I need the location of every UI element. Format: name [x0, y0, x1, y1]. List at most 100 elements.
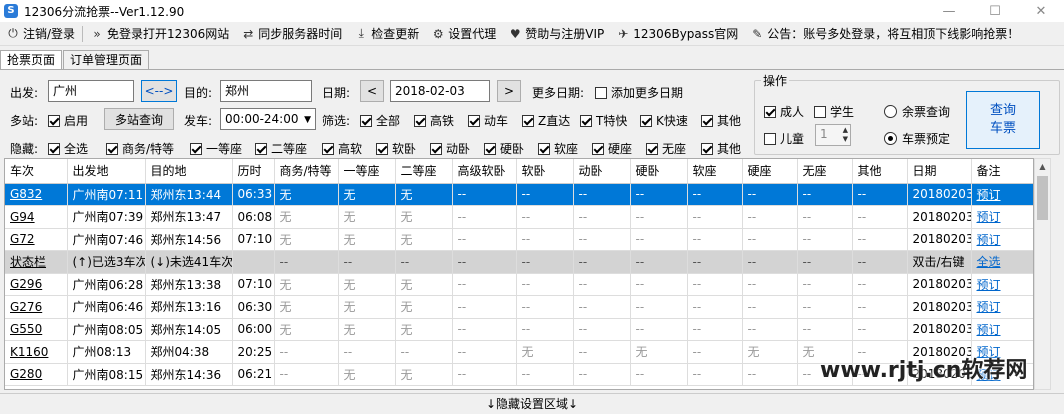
- hide-dongwo-checkbox[interactable]: 动卧: [430, 140, 470, 157]
- column-header[interactable]: 出发地: [67, 159, 146, 184]
- stepper-arrows-icon[interactable]: ▲ ▼: [843, 126, 848, 144]
- filter-k-checkbox[interactable]: K快速: [640, 112, 688, 129]
- table-cell: 无: [338, 183, 396, 206]
- column-header[interactable]: 软座: [687, 159, 743, 184]
- hide-hard-seat-checkbox[interactable]: 硬座: [592, 140, 632, 157]
- table-cell: G94: [5, 205, 68, 229]
- book-link[interactable]: 预订: [977, 323, 1001, 337]
- date-next-button[interactable]: >: [497, 80, 521, 102]
- table-cell: --: [274, 340, 339, 364]
- column-header[interactable]: 硬卧: [630, 159, 688, 184]
- hide-first-class-checkbox[interactable]: 一等座: [190, 140, 242, 157]
- minimize-icon[interactable]: —: [926, 0, 972, 22]
- student-checkbox[interactable]: 学生: [814, 103, 854, 120]
- column-header[interactable]: 车次: [5, 159, 68, 184]
- column-header[interactable]: 无座: [797, 159, 853, 184]
- column-header[interactable]: 商务/特等: [274, 159, 339, 184]
- from-station-input[interactable]: 广州: [48, 80, 134, 102]
- child-count-stepper[interactable]: 1 ▲ ▼: [815, 124, 851, 146]
- tab-grab-tickets[interactable]: 抢票页面: [0, 50, 63, 70]
- column-header[interactable]: 高级软卧: [452, 159, 517, 184]
- menu-sync-time[interactable]: ⇄ 同步服务器时间: [235, 22, 348, 46]
- date-label: 日期:: [322, 86, 351, 100]
- book-link[interactable]: 预订: [977, 233, 1001, 247]
- table-row[interactable]: G296 广州南06:28 郑州东13:38 07:10 无无无 -- -- -- -- -- --…: [5, 273, 1033, 296]
- column-header[interactable]: 硬座: [742, 159, 798, 184]
- close-icon[interactable]: ✕: [1018, 0, 1064, 22]
- menu-announcement[interactable]: ✎ 公告：账号多处登录，将互相顶下线影响抢票！: [744, 22, 1025, 46]
- hide-second-class-checkbox[interactable]: 二等座: [255, 140, 307, 157]
- filter-other-checkbox[interactable]: 其他: [701, 112, 741, 129]
- filter-z-checkbox[interactable]: Z直达: [522, 112, 570, 129]
- train-number-link[interactable]: G280: [10, 367, 42, 381]
- table-cell: --: [516, 183, 574, 206]
- date-input[interactable]: 2018-02-03: [390, 80, 490, 102]
- column-header[interactable]: 二等座: [395, 159, 453, 184]
- tab-order-management[interactable]: 订单管理页面: [63, 50, 150, 70]
- window-controls: — ☐ ✕: [926, 0, 1064, 22]
- column-header[interactable]: 备注: [971, 159, 1033, 184]
- remaining-query-radio[interactable]: 余票查询: [884, 103, 950, 120]
- menu-check-update[interactable]: ⤓ 检查更新: [348, 22, 425, 46]
- menu-sponsor[interactable]: ♥ 赞助与注册VIP: [502, 22, 610, 46]
- menu-website[interactable]: ✈ 12306Bypass官网: [610, 22, 744, 46]
- column-header[interactable]: 动卧: [573, 159, 631, 184]
- book-link[interactable]: 预订: [977, 278, 1001, 292]
- select-all-link[interactable]: 全选: [977, 255, 1001, 269]
- train-number-link[interactable]: G72: [10, 232, 35, 246]
- table-row[interactable]: G94 广州南07:39 郑州东13:47 06:08 无无无 -- -- -- -- -- -- -…: [5, 205, 1033, 229]
- filter-all-checkbox[interactable]: 全部: [360, 112, 400, 129]
- vertical-scrollbar[interactable]: ▲: [1034, 158, 1051, 390]
- toggle-settings-bar[interactable]: ↓隐藏设置区域↓: [0, 393, 1064, 413]
- query-tickets-button[interactable]: 查询 车票: [966, 91, 1040, 149]
- column-header[interactable]: 历时: [232, 159, 275, 184]
- menu-open-site[interactable]: » 免登录打开12306网站: [84, 22, 235, 46]
- status-row[interactable]: 状态栏 (↑)已选3车次 (↓)未选41车次 -- -- -- -- -- -- -- -- -- --…: [5, 250, 1033, 274]
- enable-multi-station-checkbox[interactable]: 启用: [48, 112, 88, 129]
- maximize-icon[interactable]: ☐: [972, 0, 1018, 22]
- filter-gaotie-checkbox[interactable]: 高铁: [414, 112, 454, 129]
- table-row[interactable]: G72 广州南07:46 郑州东14:56 07:10 无无无 -- -- -- -- -- -- -…: [5, 228, 1033, 251]
- book-link[interactable]: 预订: [977, 210, 1001, 224]
- menu-login[interactable]: ⏻ 注销/登录: [0, 22, 81, 46]
- scroll-up-icon[interactable]: ▲: [1035, 159, 1050, 175]
- hide-hard-sleeper-checkbox[interactable]: 硬卧: [484, 140, 524, 157]
- column-header[interactable]: 软卧: [516, 159, 574, 184]
- hide-soft-seat-checkbox[interactable]: 软座: [538, 140, 578, 157]
- book-link[interactable]: 预订: [977, 188, 1001, 202]
- add-more-dates-checkbox[interactable]: 添加更多日期: [595, 84, 683, 101]
- train-number-link[interactable]: G832: [10, 187, 42, 201]
- hide-business-checkbox[interactable]: 商务/特等: [106, 140, 174, 157]
- filter-t-checkbox[interactable]: T特快: [580, 112, 627, 129]
- table-row[interactable]: G550 广州南08:05 郑州东14:05 06:00 无无无 -- -- -- -- -- --…: [5, 318, 1033, 341]
- multi-station-query-button[interactable]: 多站查询: [104, 108, 174, 130]
- train-number-link[interactable]: K1160: [10, 345, 48, 359]
- adult-checkbox[interactable]: 成人: [764, 103, 804, 120]
- column-header[interactable]: 其他: [852, 159, 908, 184]
- column-header[interactable]: 一等座: [338, 159, 396, 184]
- scroll-thumb[interactable]: [1037, 176, 1048, 220]
- book-link[interactable]: 预订: [977, 300, 1001, 314]
- train-number-link[interactable]: G94: [10, 210, 35, 224]
- train-number-link[interactable]: G276: [10, 300, 42, 314]
- train-number-link[interactable]: 状态栏: [10, 255, 46, 269]
- train-number-link[interactable]: G550: [10, 322, 42, 336]
- hide-all-checkbox[interactable]: 全选: [48, 140, 88, 157]
- depart-time-select[interactable]: 00:00-24:00 ▼: [220, 108, 316, 130]
- table-row[interactable]: G832 广州南07:11 郑州东13:44 06:33 无无无 -- -- -- -- -- --…: [5, 183, 1033, 206]
- column-header[interactable]: 日期: [907, 159, 972, 184]
- table-row[interactable]: G276 广州南06:46 郑州东13:16 06:30 无无无 -- -- -- -- -- --…: [5, 295, 1033, 319]
- swap-stations-button[interactable]: <-->: [141, 80, 177, 102]
- hide-other-checkbox[interactable]: 其他: [701, 140, 741, 157]
- to-station-input[interactable]: 郑州: [220, 80, 312, 102]
- hide-no-seat-checkbox[interactable]: 无座: [646, 140, 686, 157]
- filter-dongche-checkbox[interactable]: 动车: [468, 112, 508, 129]
- hide-soft-sleeper-checkbox[interactable]: 软卧: [376, 140, 416, 157]
- train-number-link[interactable]: G296: [10, 277, 42, 291]
- ticket-booking-radio[interactable]: 车票预定: [884, 130, 950, 147]
- column-header[interactable]: 目的地: [145, 159, 233, 184]
- menu-proxy[interactable]: ⚙ 设置代理: [425, 22, 502, 46]
- child-checkbox[interactable]: 儿童: [764, 130, 804, 147]
- hide-gaoruan-checkbox[interactable]: 高软: [322, 140, 362, 157]
- date-prev-button[interactable]: <: [360, 80, 384, 102]
